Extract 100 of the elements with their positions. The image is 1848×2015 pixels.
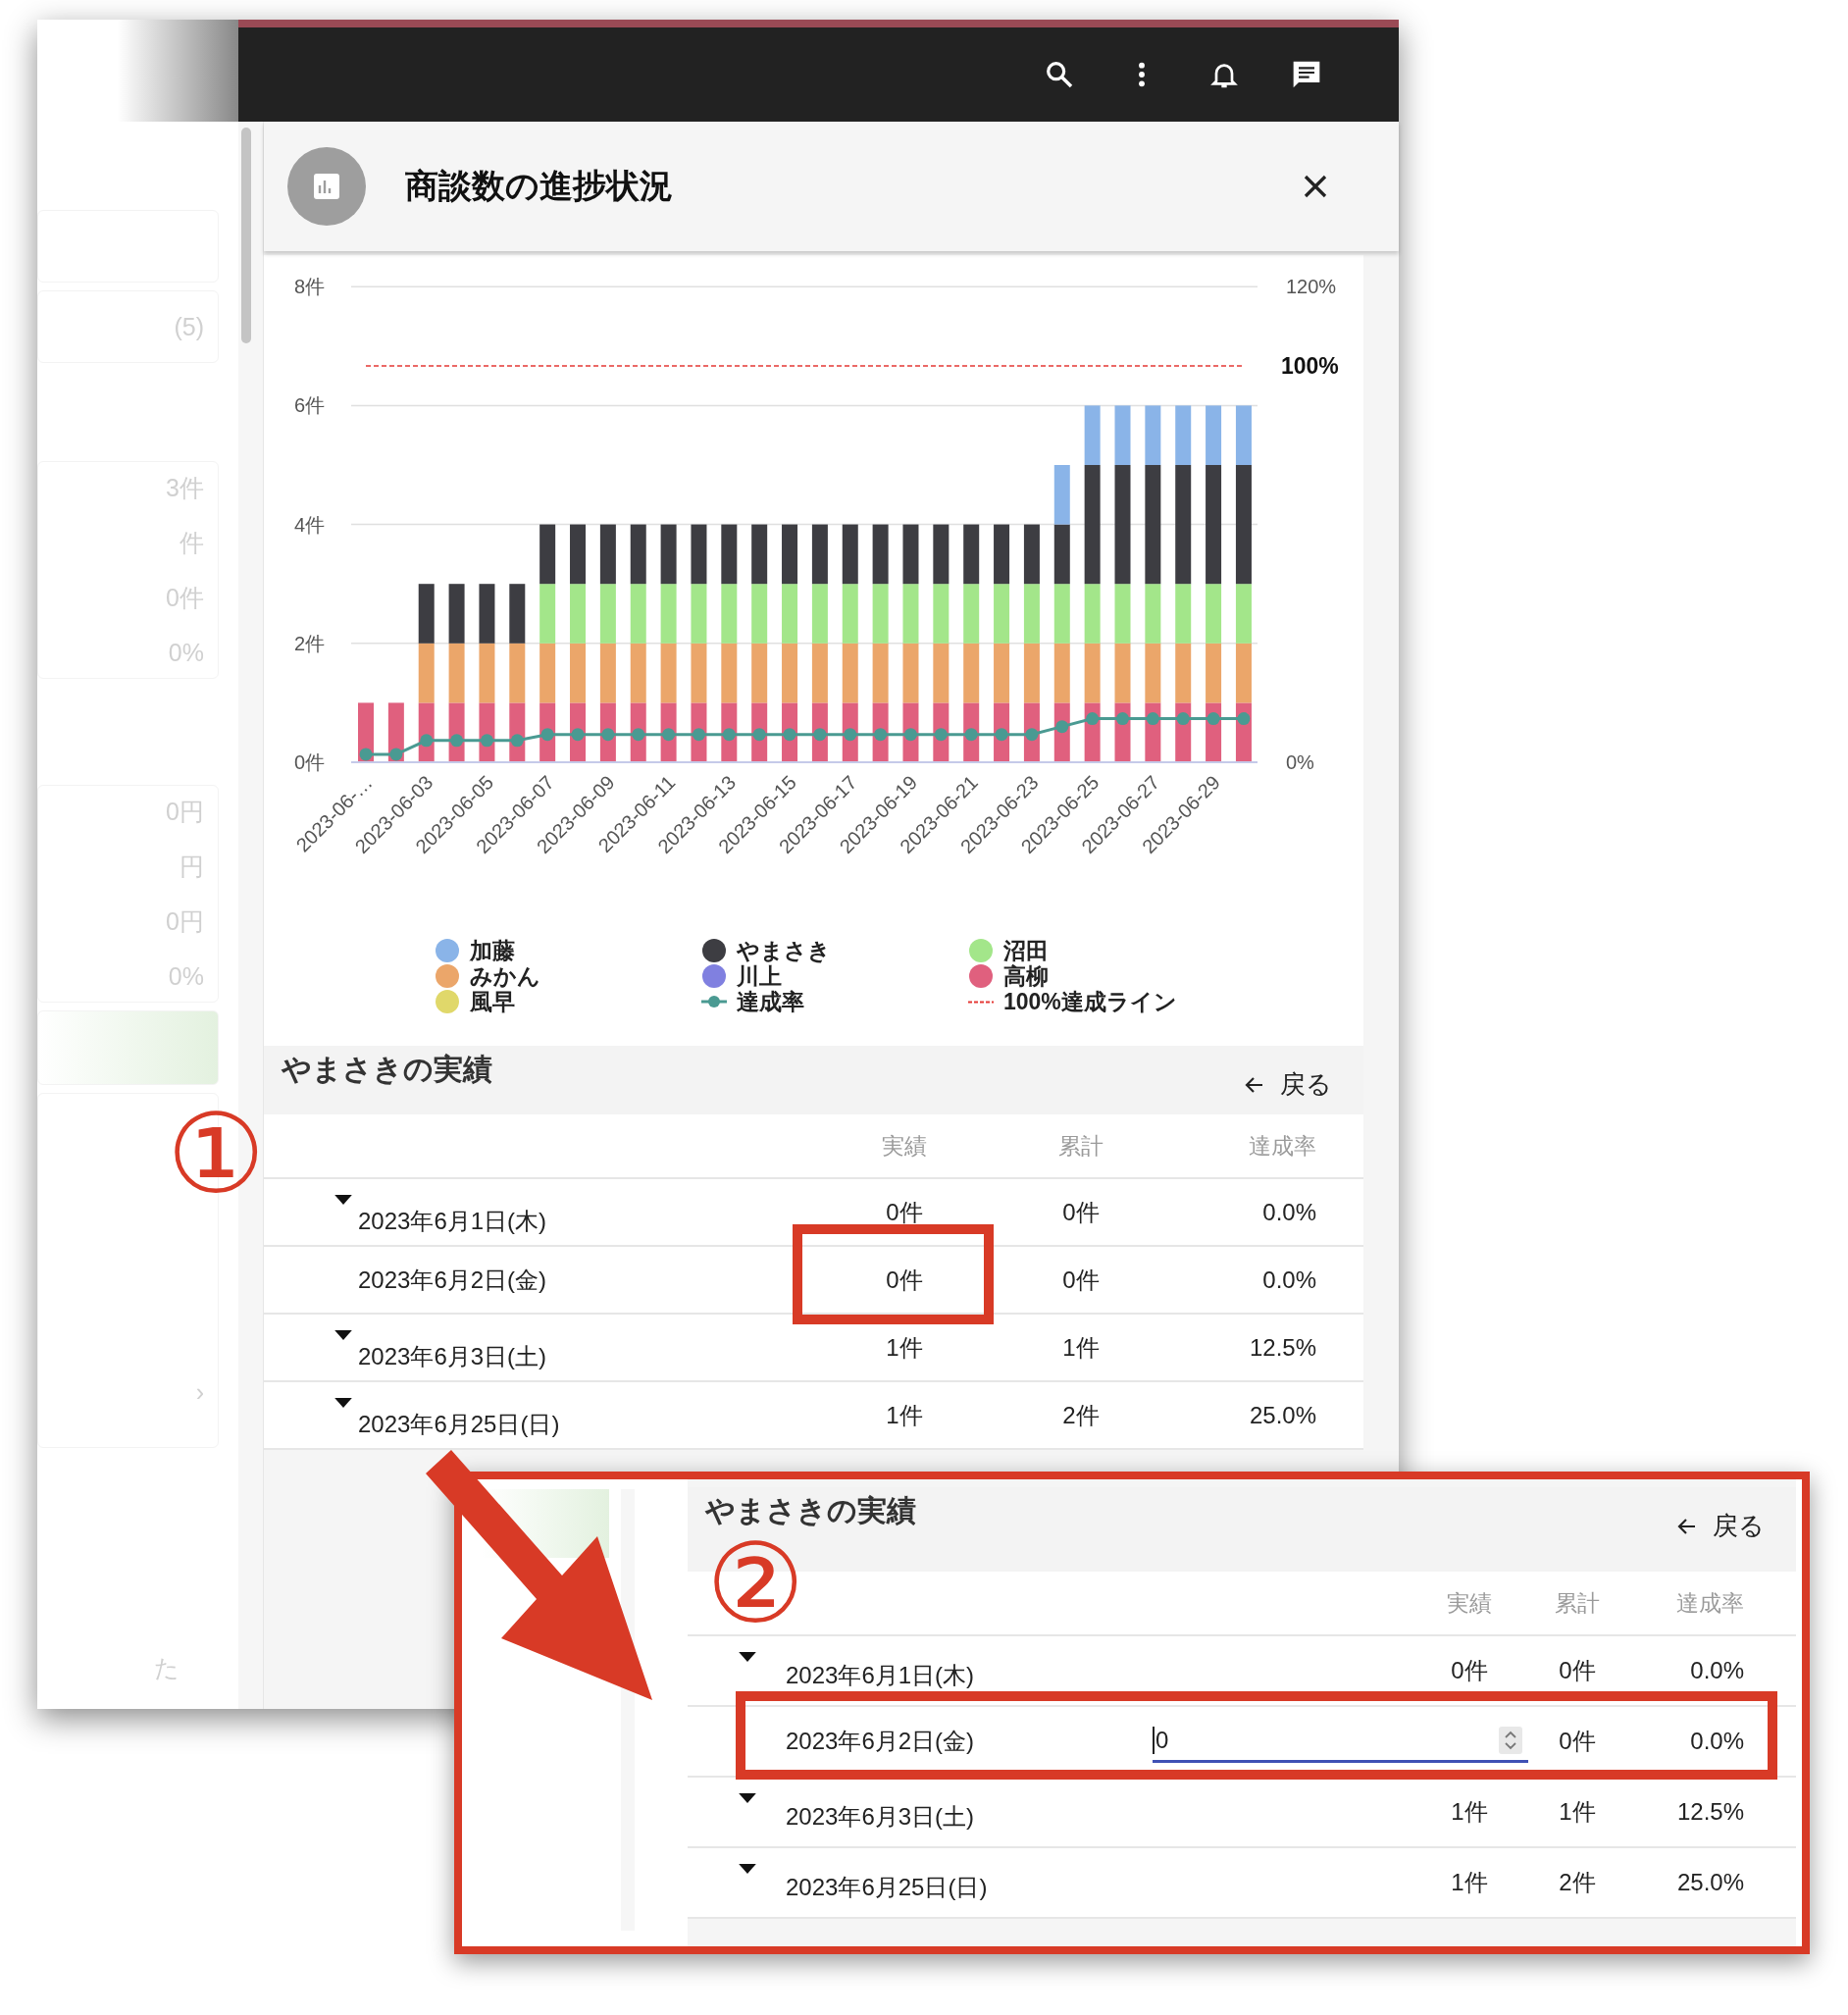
section-title: やまさきの実績 <box>282 1052 492 1087</box>
date-cell-text: 2023年6月25日(日) <box>358 1409 560 1439</box>
bar <box>963 643 980 703</box>
legend-dot <box>435 938 460 963</box>
bar <box>994 643 1010 703</box>
bar <box>842 524 858 585</box>
bar <box>933 584 950 644</box>
bar <box>570 643 586 703</box>
bar <box>751 584 768 644</box>
date-cell-text: 2023年6月1日(木) <box>786 1661 975 1690</box>
legend-dot <box>701 963 727 989</box>
bar <box>811 584 828 644</box>
column-header: 実績 <box>881 1131 928 1161</box>
bar <box>479 643 495 703</box>
legend-label: 風早 <box>470 988 515 1016</box>
legend-dot <box>435 963 460 989</box>
column-header: 実績 <box>1446 1588 1493 1618</box>
dialog-title: 商談数の進捗状況 <box>405 166 674 206</box>
caret-icon[interactable] <box>739 1864 756 1875</box>
bar <box>509 643 526 703</box>
bar <box>933 643 950 703</box>
column-header: 累計 <box>1554 1588 1601 1618</box>
table-cell-text: 1件 <box>1558 1797 1597 1827</box>
bar <box>1206 643 1222 703</box>
legend-label: 加藤 <box>470 936 515 965</box>
table-cell-text: 25.0% <box>1248 1401 1316 1429</box>
bar <box>963 584 980 644</box>
chart-icon <box>287 147 366 226</box>
legend-dot <box>435 989 460 1014</box>
legend-label: 高柳 <box>1003 962 1049 991</box>
scrollbar-thumb[interactable] <box>241 128 251 343</box>
bar <box>570 524 586 585</box>
table-cell-text: 25.0% <box>1675 1869 1744 1896</box>
bar <box>1175 643 1192 703</box>
legend-dot <box>968 938 994 963</box>
bar <box>539 584 556 644</box>
bar <box>599 643 616 703</box>
bar <box>630 584 646 644</box>
legend-dot <box>968 963 994 989</box>
bar <box>1053 643 1070 703</box>
bar <box>811 524 828 585</box>
bar <box>1053 584 1070 644</box>
date-cell-text: 2023年6月3日(土) <box>358 1341 547 1371</box>
bar <box>660 584 677 644</box>
legend-label: 100%達成ライン <box>1003 988 1177 1016</box>
axis-label: 0% <box>1286 751 1314 773</box>
bar <box>902 643 919 703</box>
bar <box>721 584 738 644</box>
caret-icon[interactable] <box>334 1195 352 1206</box>
date-cell-text: 2023年6月3日(土) <box>786 1802 975 1832</box>
bar <box>1053 465 1070 525</box>
bar <box>599 524 616 585</box>
table-cell-text: 0件 <box>885 1265 924 1295</box>
caret-icon[interactable] <box>739 1652 756 1663</box>
table-cell-text: 1件 <box>1450 1797 1489 1827</box>
caret-icon[interactable] <box>334 1398 352 1409</box>
bar <box>1114 643 1131 703</box>
bar <box>751 643 768 703</box>
legend-label: みかん <box>470 962 540 991</box>
spinner-icon[interactable] <box>1499 1726 1522 1754</box>
bar <box>872 584 889 644</box>
bar <box>902 584 919 644</box>
date-cell-text: 2023年6月25日(日) <box>786 1873 988 1902</box>
legend-label: やまさき <box>737 936 831 964</box>
caret-icon[interactable] <box>739 1793 756 1804</box>
bar <box>1084 643 1101 703</box>
step-number: ① <box>167 1099 266 1209</box>
number-input[interactable]: 0 <box>1153 1720 1528 1763</box>
axis-label: 2件 <box>293 632 325 654</box>
back-button[interactable]: 戻る <box>1237 1063 1338 1106</box>
faded-text: › <box>195 1377 204 1408</box>
bar <box>448 584 465 644</box>
back-button[interactable]: 戻る <box>1669 1505 1771 1547</box>
bar <box>630 524 646 585</box>
table-cell-text: 0.0% <box>1261 1198 1316 1226</box>
table-cell-text: 1件 <box>1450 1868 1489 1897</box>
bar <box>539 524 556 585</box>
bar <box>1145 643 1161 703</box>
bar <box>1023 643 1040 703</box>
bar <box>660 524 677 585</box>
bar <box>691 643 707 703</box>
bar <box>872 643 889 703</box>
bar <box>448 643 465 703</box>
bar <box>933 524 950 585</box>
bar <box>842 643 858 703</box>
table-cell-text: 2件 <box>1558 1868 1597 1897</box>
section-title: やまさきの実績 <box>705 1493 916 1528</box>
axis-label: 4件 <box>293 513 325 536</box>
axis-label: 6件 <box>293 394 325 417</box>
caret-icon[interactable] <box>334 1330 352 1341</box>
bar <box>994 584 1010 644</box>
search-icon[interactable] <box>1044 59 1075 90</box>
bar <box>1023 584 1040 644</box>
bar <box>721 643 738 703</box>
date-cell-text: 2023年6月1日(木) <box>358 1206 547 1236</box>
bar <box>479 584 495 644</box>
legend-label: 達成率 <box>737 987 804 1016</box>
table-cell-text: 0件 <box>1450 1656 1489 1685</box>
bar <box>721 524 738 585</box>
bar <box>691 584 707 644</box>
